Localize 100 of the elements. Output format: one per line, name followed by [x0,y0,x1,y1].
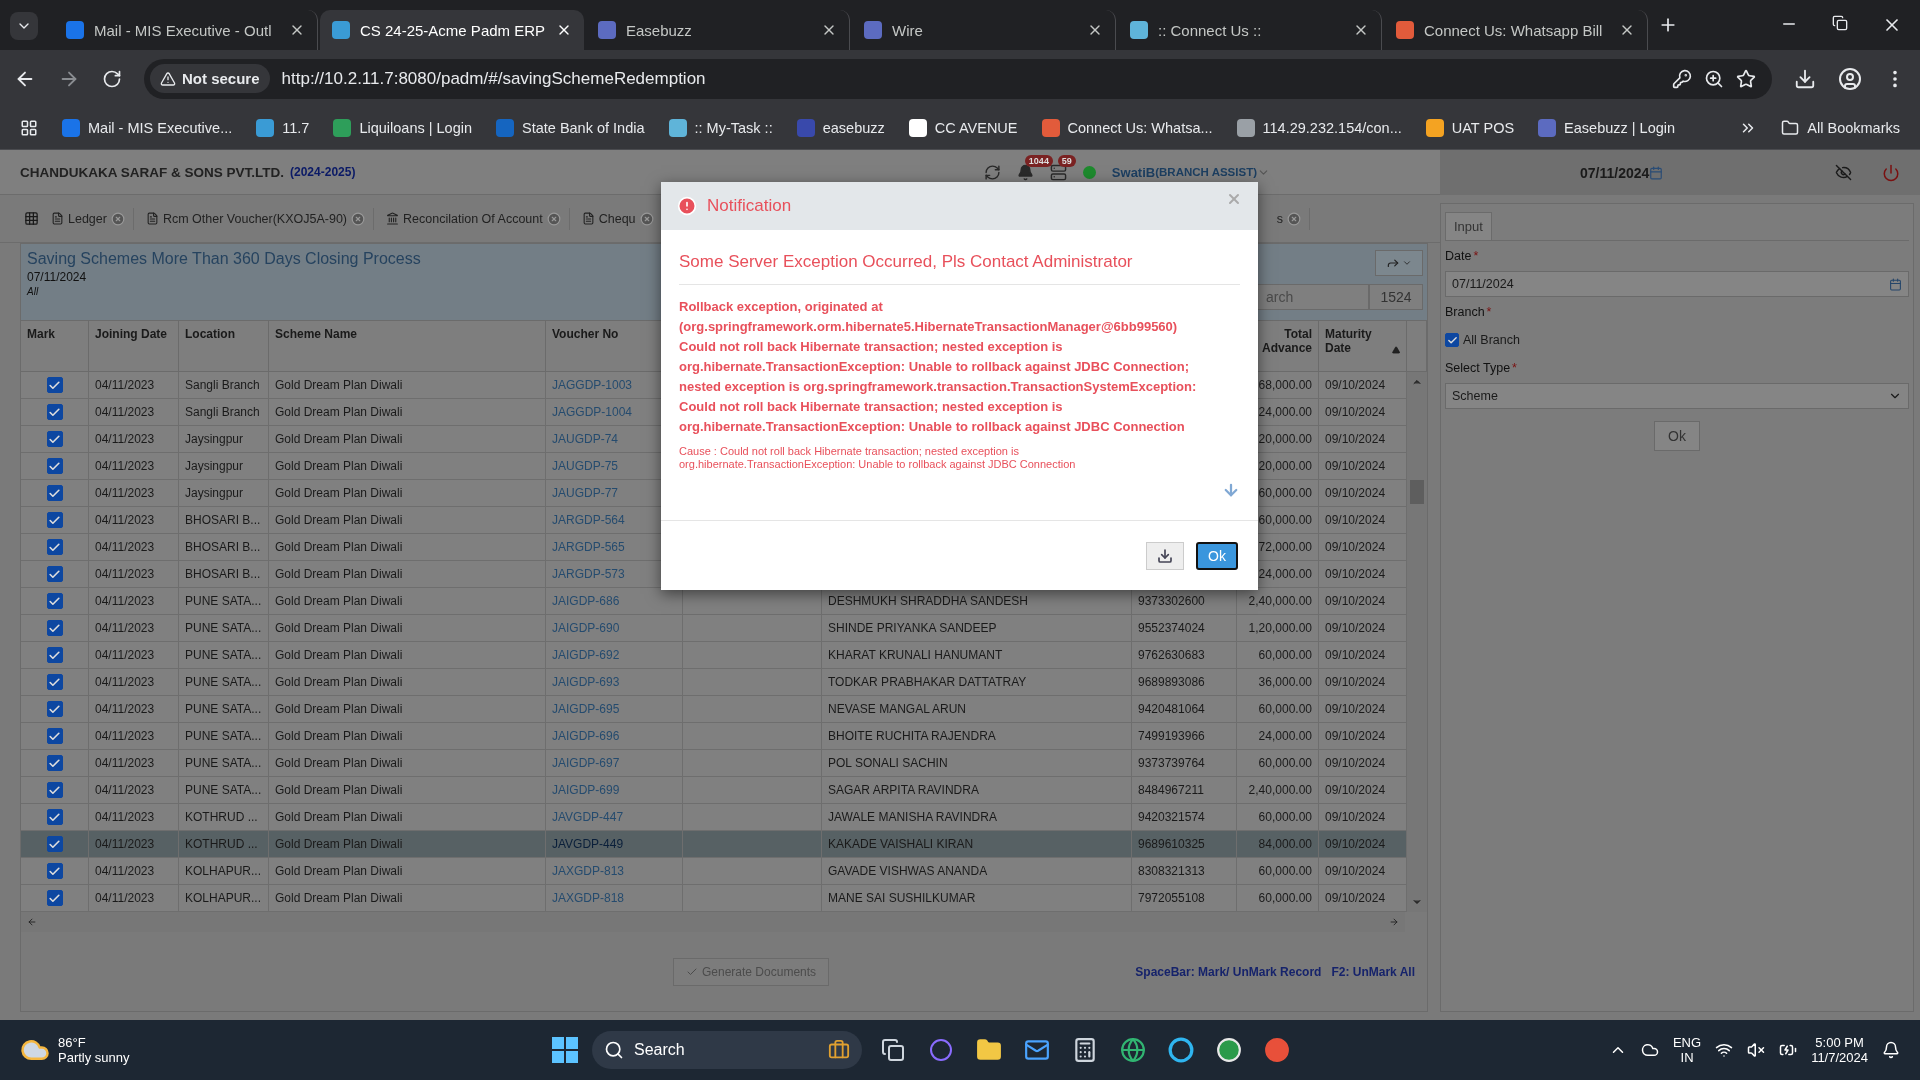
table-cell: 9420321574 [1132,804,1237,830]
table-cell: Gold Dream Plan Diwali [269,777,546,803]
table-cell: 60,000.00 [1237,858,1319,884]
table-cell: 9373739764 [1132,750,1237,776]
table-cell: 04/11/2023 [89,831,179,857]
table-cell: 9552374024 [1132,615,1237,641]
table-cell: Jaysingpur [179,480,269,506]
table-cell: 04/11/2023 [89,561,179,587]
field-label: Select Type [1445,361,1511,375]
table-cell: Jaysingpur [179,453,269,479]
security-label: Not secure [182,70,260,87]
table-cell: Gold Dream Plan Diwali [269,588,546,614]
table-cell: Gold Dream Plan Diwali [269,453,546,479]
table-cell: 60,000.00 [1237,885,1319,911]
table-cell: 60,000.00 [1237,642,1319,668]
table-cell: KOLHAPUR... [179,885,269,911]
table-cell: 1,20,000.00 [1237,615,1319,641]
table-cell: 04/11/2023 [89,480,179,506]
table-cell: 7972055108 [1132,885,1237,911]
shortcut-hint: F2: UnMark All [1331,964,1415,979]
table-cell: 8308321313 [1132,858,1237,884]
current-date: 07/11/2024 [1580,164,1650,181]
table-cell: 60,000.00 [1237,696,1319,722]
panel-title: Saving Schemes More Than 360 Days Closing Process [27,250,421,268]
table-cell: 04/11/2023 [89,426,179,452]
table-cell: 04/11/2023 [89,372,179,398]
table-cell: PUNE SATA... [179,615,269,641]
field-label: Branch [1445,305,1485,319]
dialog-title: Notification [707,196,792,216]
table-cell: Gold Dream Plan Diwali [269,885,546,911]
table-cell: Gold Dream Plan Diwali [269,426,546,452]
table-cell: 60,000.00 [1237,750,1319,776]
table-cell: PUNE SATA... [179,750,269,776]
table-cell: Gold Dream Plan Diwali [269,561,546,587]
table-cell: 04/11/2023 [89,723,179,749]
shortcut-hint: SpaceBar: Mark/ UnMark Record [1135,964,1322,979]
table-cell: BHOSARI B... [179,507,269,533]
table-cell: TODKAR PRABHAKAR DATTATRAY [822,669,1132,695]
table-cell: Gold Dream Plan Diwali [269,723,546,749]
table-cell: 04/11/2023 [89,696,179,722]
table-cell: Gold Dream Plan Diwali [269,696,546,722]
table-cell: KAKADE VAISHALI KIRAN [822,831,1132,857]
table-cell: Gold Dream Plan Diwali [269,804,546,830]
table-cell: POL SONALI SACHIN [822,750,1132,776]
table-cell: PUNE SATA... [179,642,269,668]
table-cell: BHOITE RUCHITA RAJENDRA [822,723,1132,749]
table-cell: 9420481064 [1132,696,1237,722]
table-cell: KOTHRUD ... [179,804,269,830]
table-cell: Gold Dream Plan Diwali [269,480,546,506]
filter-label: All [27,286,40,297]
table-cell: 04/11/2023 [89,615,179,641]
table-cell: 04/11/2023 [89,777,179,803]
url-text: http://10.2.11.7:8080/padm/#/savingSchemeRedemption [281,68,707,89]
table-cell: PUNE SATA... [179,696,269,722]
table-cell: 04/11/2023 [89,669,179,695]
table-cell: Sangli Branch [179,372,269,398]
table-cell: 04/11/2023 [89,804,179,830]
required-mark: * [1473,249,1479,263]
table-cell: Gold Dream Plan Diwali [269,534,546,560]
table-cell: JAWALE MANISHA RAVINDRA [822,804,1132,830]
table-cell: Jaysingpur [179,426,269,452]
table-cell: PUNE SATA... [179,588,269,614]
checkbox-label: All Branch [1463,333,1520,347]
field-label: Date [1445,249,1472,263]
table-cell: SHINDE PRIYANKA SANDEEP [822,615,1132,641]
temperature: 86°F [58,1035,87,1050]
table-cell: Sangli Branch [179,399,269,425]
table-cell: BHOSARI B... [179,561,269,587]
table-cell: 04/11/2023 [89,642,179,668]
table-cell: 04/11/2023 [89,885,179,911]
table-cell: PUNE SATA... [179,723,269,749]
required-mark: * [1486,305,1492,319]
table-cell: Gold Dream Plan Diwali [269,858,546,884]
table-cell: 36,000.00 [1237,669,1319,695]
table-cell: PUNE SATA... [179,669,269,695]
table-cell: 2,40,000.00 [1237,777,1319,803]
required-mark: * [1512,361,1517,375]
table-cell: 9689893086 [1132,669,1237,695]
error-heading: Some Server Exception Occurred, Pls Contact Administrator [679,252,1240,285]
table-cell: 04/11/2023 [89,588,179,614]
table-cell: 04/11/2023 [89,750,179,776]
financial-year: (2024-2025) [290,165,356,179]
table-cell: BHOSARI B... [179,534,269,560]
table-cell: Gold Dream Plan Diwali [269,615,546,641]
table-cell: 04/11/2023 [89,507,179,533]
table-cell: 24,000.00 [1237,723,1319,749]
table-cell: GAVADE VISHWAS ANANDA [822,858,1132,884]
table-cell: 04/11/2023 [89,453,179,479]
panel-date: 07/11/2024 [27,270,88,284]
table-cell: 60,000.00 [1237,804,1319,830]
table-cell: 84,000.00 [1237,831,1319,857]
table-cell: KOTHRUD ... [179,831,269,857]
company-name: CHANDUKAKA SARAF & SONS PVT.LTD. [20,164,284,180]
table-cell: 04/11/2023 [89,399,179,425]
table-cell: SAGAR ARPITA RAVINDRA [822,777,1132,803]
table-cell: MANE SAI SUSHILKUMAR [822,885,1132,911]
table-cell: NEVASE MANGAL ARUN [822,696,1132,722]
table-cell: 7499193966 [1132,723,1237,749]
table-cell: 9762630683 [1132,642,1237,668]
table-cell: Gold Dream Plan Diwali [269,372,546,398]
